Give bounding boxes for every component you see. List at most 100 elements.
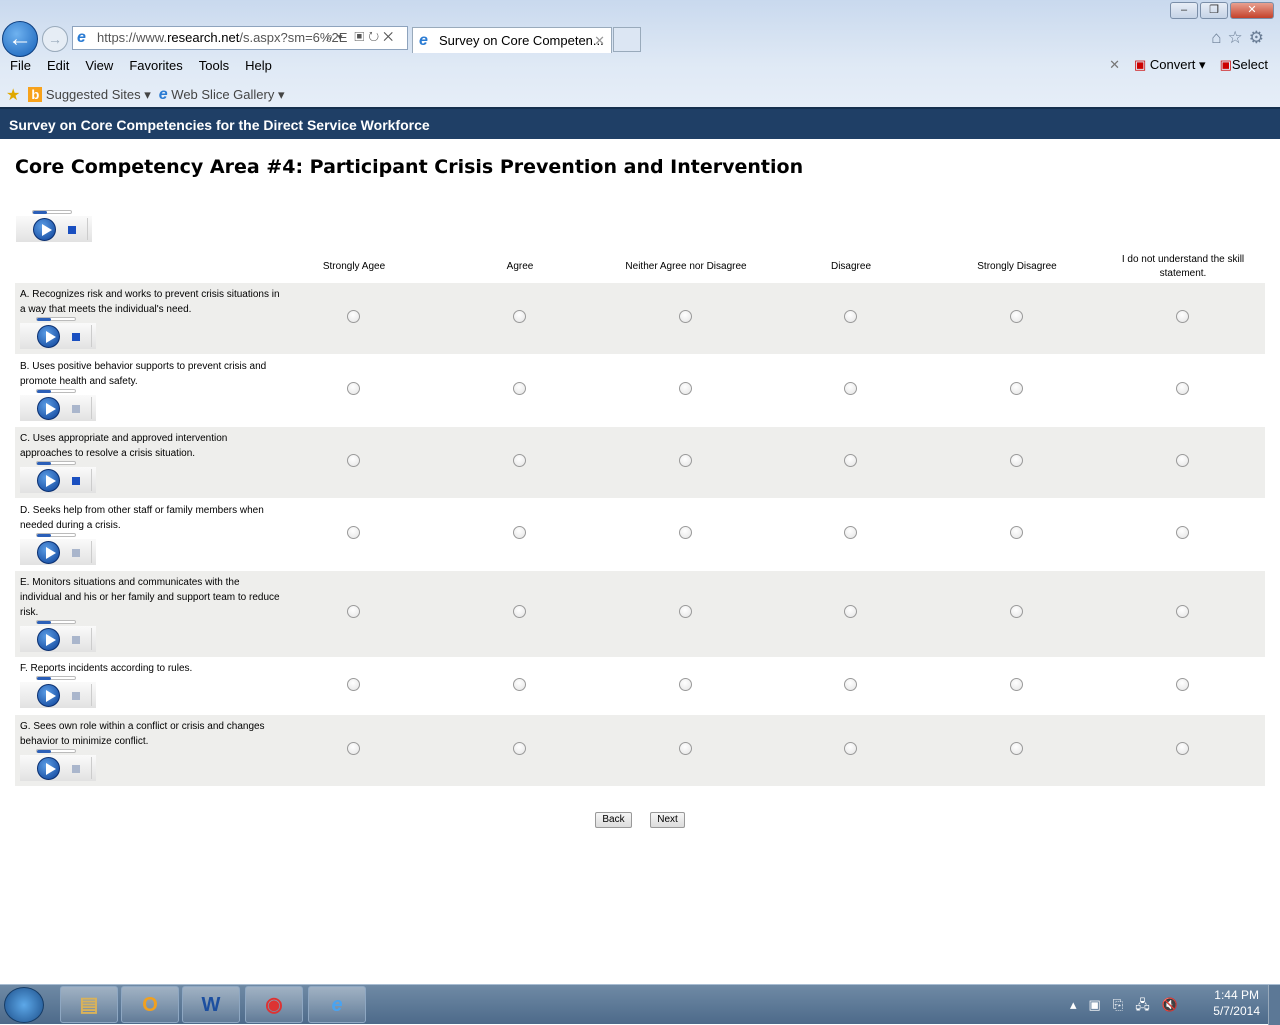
- audio-player[interactable]: [16, 210, 92, 242]
- radio-option[interactable]: [1010, 526, 1023, 539]
- radio-option[interactable]: [347, 678, 360, 691]
- menu-file[interactable]: File: [10, 58, 31, 73]
- new-tab-button[interactable]: [613, 27, 641, 52]
- menu-view[interactable]: View: [85, 58, 113, 73]
- menu-favorites[interactable]: Favorites: [129, 58, 182, 73]
- radio-option[interactable]: [844, 742, 857, 755]
- audio-player[interactable]: [20, 749, 96, 781]
- stop-icon[interactable]: [72, 549, 80, 557]
- browser-tab[interactable]: e Survey on Core Competen... ✕: [412, 27, 612, 53]
- radio-option[interactable]: [513, 310, 526, 323]
- radio-option[interactable]: [1010, 742, 1023, 755]
- radio-option[interactable]: [1010, 310, 1023, 323]
- play-icon[interactable]: [37, 325, 60, 348]
- radio-option[interactable]: [513, 605, 526, 618]
- taskbar-word[interactable]: W: [182, 986, 240, 1023]
- audio-player[interactable]: [20, 389, 96, 421]
- audio-player[interactable]: [20, 676, 96, 708]
- play-icon[interactable]: [37, 684, 60, 707]
- radio-option[interactable]: [1010, 678, 1023, 691]
- radio-option[interactable]: [844, 678, 857, 691]
- menu-edit[interactable]: Edit: [47, 58, 69, 73]
- audio-progress[interactable]: [36, 389, 76, 393]
- start-button[interactable]: [4, 987, 44, 1023]
- radio-option[interactable]: [844, 526, 857, 539]
- radio-option[interactable]: [679, 742, 692, 755]
- show-desktop-button[interactable]: [1268, 985, 1280, 1025]
- play-icon[interactable]: [37, 541, 60, 564]
- minimize-button[interactable]: –: [1170, 2, 1198, 19]
- radio-option[interactable]: [1010, 605, 1023, 618]
- radio-option[interactable]: [513, 742, 526, 755]
- play-icon[interactable]: [37, 397, 60, 420]
- radio-option[interactable]: [347, 742, 360, 755]
- audio-player[interactable]: [20, 533, 96, 565]
- radio-option[interactable]: [347, 310, 360, 323]
- radio-option[interactable]: [679, 605, 692, 618]
- radio-option[interactable]: [1010, 382, 1023, 395]
- close-window-button[interactable]: ✕: [1230, 2, 1274, 19]
- stop-icon[interactable]: [72, 333, 80, 341]
- audio-progress[interactable]: [36, 749, 76, 753]
- taskbar-ie[interactable]: e: [308, 986, 366, 1023]
- radio-option[interactable]: [1176, 605, 1189, 618]
- select-button[interactable]: ▣Select: [1220, 57, 1268, 73]
- radio-option[interactable]: [679, 382, 692, 395]
- stop-icon[interactable]: [72, 692, 80, 700]
- play-icon[interactable]: [33, 218, 56, 241]
- audio-progress[interactable]: [36, 461, 76, 465]
- radio-option[interactable]: [513, 678, 526, 691]
- tray-icons[interactable]: ▴▣⎘🖧🔇: [1070, 996, 1190, 1018]
- menu-tools[interactable]: Tools: [199, 58, 229, 73]
- radio-option[interactable]: [1176, 454, 1189, 467]
- favorites-star-icon[interactable]: ★: [6, 85, 20, 105]
- audio-progress[interactable]: [36, 620, 76, 624]
- radio-option[interactable]: [844, 382, 857, 395]
- radio-option[interactable]: [347, 605, 360, 618]
- radio-option[interactable]: [347, 526, 360, 539]
- stop-icon[interactable]: [72, 405, 80, 413]
- close-tab-icon[interactable]: ✕: [594, 28, 605, 54]
- forward-nav-button[interactable]: →: [42, 26, 68, 52]
- taskbar-outlook[interactable]: O: [121, 986, 179, 1023]
- stop-icon[interactable]: [72, 477, 80, 485]
- taskbar-chrome[interactable]: ◉: [245, 986, 303, 1023]
- radio-option[interactable]: [679, 526, 692, 539]
- stop-icon[interactable]: [68, 226, 76, 234]
- back-button[interactable]: Back: [595, 812, 632, 828]
- menu-help[interactable]: Help: [245, 58, 272, 73]
- radio-option[interactable]: [513, 382, 526, 395]
- taskbar-explorer[interactable]: ▤: [60, 986, 118, 1023]
- radio-option[interactable]: [1176, 382, 1189, 395]
- suggested-sites[interactable]: b Suggested Sites ▾: [28, 87, 151, 103]
- radio-option[interactable]: [679, 678, 692, 691]
- convert-button[interactable]: ▣ Convert ▾: [1134, 57, 1206, 73]
- back-nav-button[interactable]: ←: [2, 21, 38, 57]
- web-slice-gallery[interactable]: e Web Slice Gallery ▾: [159, 86, 285, 104]
- address-tools[interactable]: ⌕▾ ▣↻✕: [326, 29, 397, 45]
- audio-progress[interactable]: [36, 676, 76, 680]
- stop-icon[interactable]: [72, 636, 80, 644]
- audio-player[interactable]: [20, 317, 96, 349]
- audio-progress[interactable]: [36, 317, 76, 321]
- stop-icon[interactable]: [72, 765, 80, 773]
- play-icon[interactable]: [37, 628, 60, 651]
- radio-option[interactable]: [844, 454, 857, 467]
- next-button[interactable]: Next: [650, 812, 685, 828]
- close-toolbar-icon[interactable]: ✕: [1109, 57, 1120, 73]
- audio-player[interactable]: [20, 620, 96, 652]
- radio-option[interactable]: [844, 310, 857, 323]
- radio-option[interactable]: [513, 454, 526, 467]
- radio-option[interactable]: [347, 454, 360, 467]
- radio-option[interactable]: [679, 310, 692, 323]
- audio-player[interactable]: [20, 461, 96, 493]
- radio-option[interactable]: [679, 454, 692, 467]
- play-icon[interactable]: [37, 469, 60, 492]
- clock[interactable]: 1:44 PM 5/7/2014: [1213, 987, 1260, 1019]
- radio-option[interactable]: [1176, 310, 1189, 323]
- restore-button[interactable]: ❐: [1200, 2, 1228, 19]
- radio-option[interactable]: [1176, 742, 1189, 755]
- radio-option[interactable]: [844, 605, 857, 618]
- home-favorites-tools-icons[interactable]: ⌂☆⚙: [1211, 28, 1270, 48]
- play-icon[interactable]: [37, 757, 60, 780]
